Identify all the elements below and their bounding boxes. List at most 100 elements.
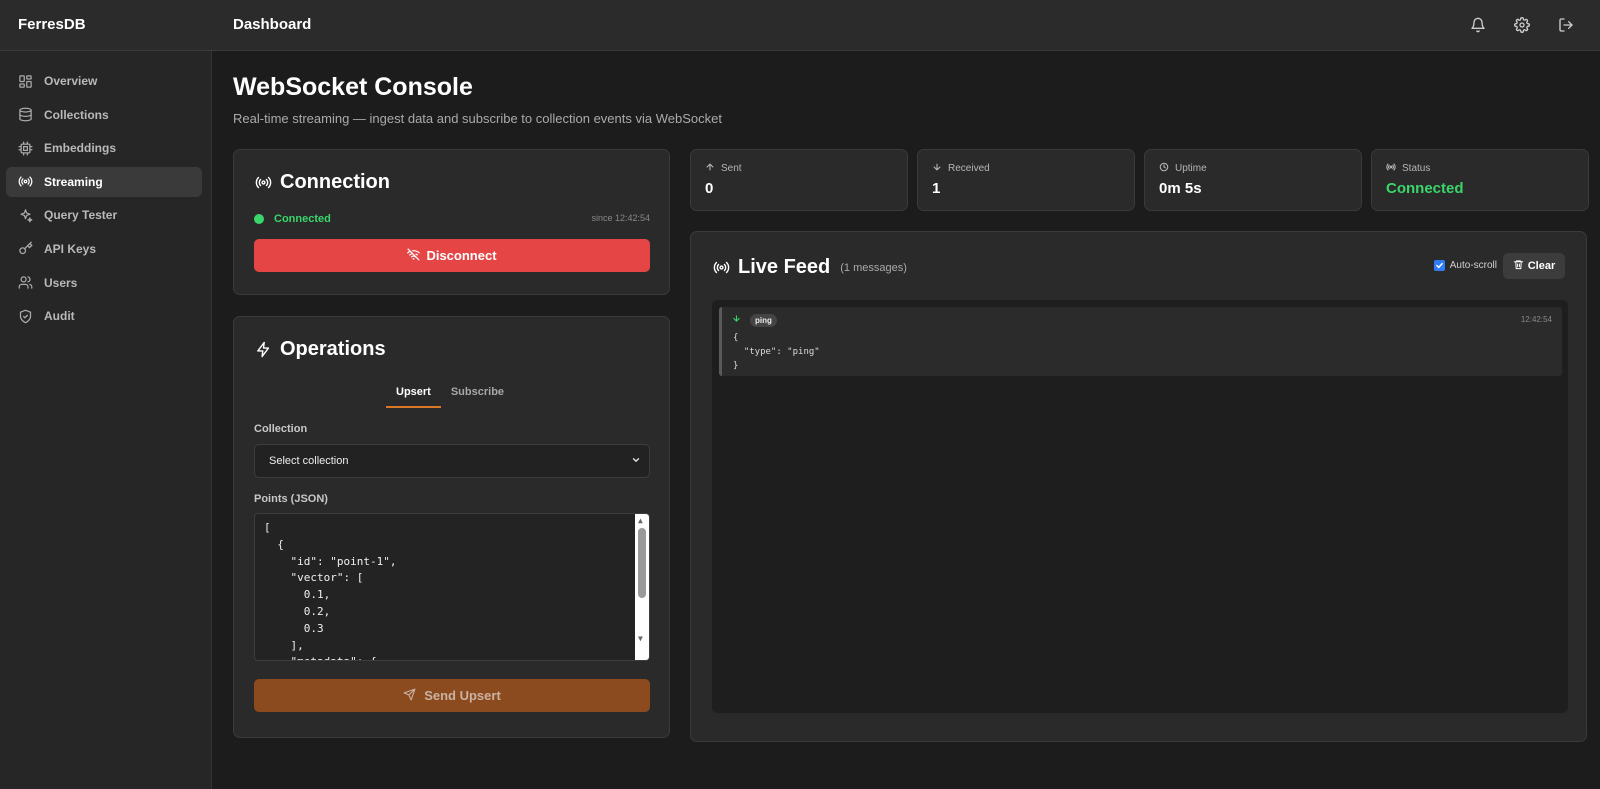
- top-actions: [1466, 13, 1578, 37]
- scroll-thumb[interactable]: [638, 528, 646, 598]
- send-upsert-label: Send Upsert: [424, 688, 501, 703]
- sparkles-icon: [17, 207, 33, 223]
- message-type-badge: ping: [750, 314, 777, 327]
- status-dot: [254, 214, 264, 224]
- stat-label: Sent: [705, 162, 742, 175]
- sidebar: Overview Collections Embeddings Streamin…: [0, 51, 212, 789]
- stat-label-text: Status: [1402, 163, 1431, 174]
- arrow-down-icon: [932, 162, 942, 175]
- sidebar-item-label: Streaming: [44, 174, 103, 189]
- stat-value: Connected: [1386, 180, 1464, 197]
- scroll-down-icon[interactable]: ▼: [638, 634, 643, 643]
- tab-subscribe[interactable]: Subscribe: [441, 383, 514, 408]
- connection-title: Connection: [254, 171, 390, 194]
- points-label: Points (JSON): [254, 493, 328, 505]
- stat-received: Received 1: [917, 149, 1135, 211]
- broadcast-icon: [17, 174, 33, 190]
- operations-title: Operations: [254, 338, 386, 361]
- send-upsert-button[interactable]: Send Upsert: [254, 679, 650, 712]
- stat-uptime: Uptime 0m 5s: [1144, 149, 1362, 211]
- stat-label: Received: [932, 162, 990, 175]
- clear-button[interactable]: Clear: [1503, 253, 1565, 279]
- collection-select-value: Select collection: [269, 455, 349, 467]
- stat-value: 1: [932, 180, 941, 197]
- key-icon: [17, 241, 33, 257]
- sidebar-item-users[interactable]: Users: [6, 268, 202, 298]
- live-feed-title: Live Feed (1 messages): [712, 256, 907, 279]
- sidebar-item-overview[interactable]: Overview: [6, 66, 202, 96]
- broadcast-icon: [254, 174, 272, 192]
- points-json-editor[interactable]: [ { "id": "point-1", "vector": [ 0.1, 0.…: [254, 513, 650, 661]
- disconnect-button[interactable]: Disconnect: [254, 239, 650, 272]
- wifi-off-icon: [407, 247, 421, 264]
- stat-status: Status Connected: [1371, 149, 1589, 211]
- stat-label-text: Received: [948, 163, 990, 174]
- connection-since: since 12:42:54: [591, 213, 650, 223]
- connection-title-text: Connection: [280, 171, 390, 193]
- feed-message[interactable]: ping 12:42:54 { "type": "ping" }: [719, 307, 1562, 376]
- message-body: { "type": "ping" }: [733, 333, 820, 371]
- stat-sent: Sent 0: [690, 149, 908, 211]
- sidebar-item-label: Collections: [44, 107, 109, 122]
- sidebar-item-label: Overview: [44, 74, 98, 88]
- live-feed-title-text: Live Feed: [738, 256, 831, 278]
- scroll-up-icon[interactable]: ▲: [638, 516, 643, 525]
- clear-label: Clear: [1527, 260, 1556, 272]
- live-feed-card: Live Feed (1 messages) Auto-scroll Clear…: [690, 231, 1587, 742]
- connection-card: Connection Connected since 12:42:54 Disc…: [233, 149, 670, 295]
- arrow-down-icon: [732, 314, 741, 326]
- operations-title-text: Operations: [280, 338, 386, 360]
- autoscroll-toggle[interactable]: Auto-scroll: [1433, 260, 1497, 271]
- sidebar-item-embeddings[interactable]: Embeddings: [6, 133, 202, 163]
- lightning-icon: [254, 341, 272, 359]
- gear-icon[interactable]: [1510, 13, 1534, 37]
- autoscroll-checkbox[interactable]: [1433, 260, 1445, 271]
- grid-icon: [17, 73, 33, 89]
- bell-icon[interactable]: [1466, 13, 1490, 37]
- sidebar-item-label: Users: [44, 275, 78, 290]
- editor-scrollbar[interactable]: ▲ ▼: [635, 514, 649, 660]
- message-count: (1 messages): [840, 261, 907, 274]
- collection-select[interactable]: Select collection: [254, 444, 650, 478]
- autoscroll-label: Auto-scroll: [1449, 260, 1497, 271]
- page-title: WebSocket Console: [233, 73, 473, 101]
- sidebar-item-collections[interactable]: Collections: [6, 100, 202, 130]
- sidebar-item-label: Query Tester: [44, 208, 118, 223]
- connection-status-row: Connected since 12:42:54: [254, 212, 650, 228]
- disconnect-label: Disconnect: [426, 248, 497, 263]
- tab-upsert[interactable]: Upsert: [386, 383, 441, 408]
- stat-label: Status: [1386, 162, 1430, 175]
- clock-icon: [1159, 162, 1169, 175]
- users-icon: [17, 275, 33, 291]
- message-time: 12:42:54: [1520, 315, 1552, 324]
- chevron-down-icon: [631, 446, 641, 478]
- sidebar-nav: Overview Collections Embeddings Streamin…: [6, 66, 202, 335]
- points-json-text: [ { "id": "point-1", "vector": [ 0.1, 0.…: [264, 521, 397, 660]
- breadcrumb: Dashboard: [233, 16, 312, 33]
- connection-status: Connected: [274, 213, 331, 225]
- database-icon: [17, 107, 33, 123]
- sidebar-item-label: Audit: [44, 309, 75, 324]
- stat-value: 0m 5s: [1159, 180, 1202, 197]
- trash-icon: [1513, 259, 1524, 273]
- sidebar-item-audit[interactable]: Audit: [6, 301, 202, 331]
- arrow-up-icon: [705, 162, 715, 175]
- operations-tabs: Upsert Subscribe: [386, 383, 514, 408]
- collection-label: Collection: [254, 423, 308, 435]
- top-bar: FerresDB Dashboard: [0, 0, 1600, 51]
- sidebar-item-streaming[interactable]: Streaming: [6, 166, 202, 197]
- stat-label: Uptime: [1159, 162, 1207, 175]
- brand-logo[interactable]: FerresDB: [18, 16, 86, 33]
- sidebar-item-label: Embeddings: [44, 141, 117, 156]
- stat-value: 0: [705, 180, 714, 197]
- chip-icon: [17, 140, 33, 156]
- operations-card: Operations Upsert Subscribe Collection S…: [233, 316, 670, 738]
- stat-label-text: Sent: [721, 163, 742, 174]
- sidebar-item-label: API Keys: [44, 241, 97, 256]
- page-subtitle: Real-time streaming — ingest data and su…: [233, 111, 722, 126]
- stat-label-text: Uptime: [1175, 163, 1207, 174]
- logout-icon[interactable]: [1554, 13, 1578, 37]
- sidebar-item-query-tester[interactable]: Query Tester: [6, 200, 202, 230]
- sidebar-item-api-keys[interactable]: API Keys: [6, 234, 202, 264]
- broadcast-icon: [1386, 162, 1396, 175]
